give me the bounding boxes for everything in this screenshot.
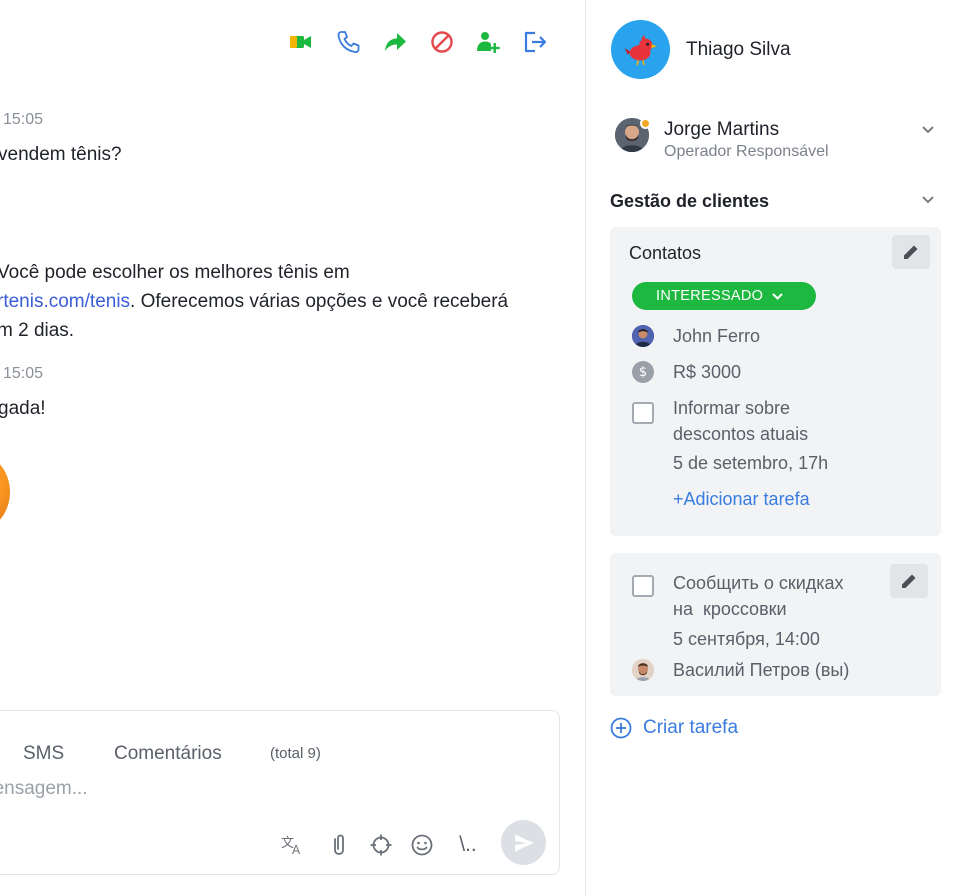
template-icon[interactable]: \.. (451, 831, 485, 859)
message-text-continuation: . Oferecemos várias opções e você recebe… (130, 291, 509, 312)
message-text: m 2 dias. (0, 320, 75, 341)
operator-name: Jorge Martins (664, 119, 780, 140)
edit-button[interactable] (892, 235, 930, 269)
svg-text:A: A (292, 843, 301, 857)
chevron-down-icon[interactable] (919, 190, 937, 208)
create-task-label: Criar tarefa (643, 717, 739, 738)
message-text: rtenis.com/tenis. Oferecemos várias opçõ… (0, 287, 508, 316)
translate-icon[interactable]: 文A (279, 831, 307, 859)
send-button[interactable] (501, 820, 546, 865)
client-avatar[interactable] (611, 20, 670, 79)
message-text: vendem tênis? (0, 144, 122, 165)
task-date: 5 de setembro, 17h (673, 453, 829, 473)
create-task-button[interactable]: Criar tarefa (610, 717, 738, 739)
bird-icon (624, 34, 657, 65)
add-task-link[interactable]: +Adicionar tarefa (673, 489, 810, 510)
plus-circle-icon (610, 717, 632, 739)
operator-status-dot (640, 118, 651, 129)
tab-comments[interactable]: Comentários (114, 743, 222, 765)
contact-name: John Ferro (673, 326, 761, 346)
chat-panel: 15:05 vendem tênis? Você pode escolher o… (0, 0, 586, 896)
tab-sms[interactable]: SMS (23, 743, 64, 765)
assignee-name: Василий Петров (вы) (673, 660, 850, 680)
send-icon (514, 834, 533, 851)
operator-role: Operador Responsável (664, 143, 829, 160)
task-card: Сообщить о скидках на кроссовки 5 сентяб… (610, 553, 941, 696)
logout-icon[interactable] (521, 28, 549, 56)
phone-icon[interactable] (334, 28, 362, 56)
add-user-icon[interactable] (474, 28, 502, 56)
task-text: Сообщить о скидках (673, 573, 844, 593)
section-title: Gestão de clientes (610, 191, 770, 211)
message-input[interactable] (0, 773, 501, 805)
chevron-down-icon[interactable] (919, 120, 937, 138)
emoji-icon[interactable] (408, 831, 436, 859)
video-call-icon[interactable] (287, 28, 315, 56)
message-composer: SMS Comentários (total 9) 文A \.. (0, 710, 560, 875)
chevron-down-icon (772, 292, 783, 300)
card-title: Contatos (629, 243, 702, 263)
task-checkbox[interactable] (632, 402, 654, 424)
assignee-avatar (632, 659, 654, 681)
message-time: 15:05 (3, 365, 44, 382)
message-text: Você pode escolher os melhores tênis em (0, 262, 350, 283)
contacts-card: Contatos INTERESSADO John Ferro $ R$ 300… (610, 227, 941, 536)
crosshair-icon[interactable] (367, 831, 395, 859)
status-label: INTERESSADO (656, 288, 764, 304)
client-name: Thiago Silva (686, 39, 791, 60)
forward-icon[interactable] (381, 28, 409, 56)
contact-avatar (632, 325, 654, 347)
pencil-icon (902, 574, 916, 588)
task-date: 5 сентября, 14:00 (673, 629, 820, 649)
task-checkbox[interactable] (632, 575, 654, 597)
sticker-emoji (0, 452, 10, 532)
message-text: gada! (0, 398, 46, 419)
edit-button[interactable] (890, 564, 928, 598)
comments-total: (total 9) (270, 745, 321, 762)
attach-icon[interactable] (325, 831, 353, 859)
dollar-icon: $ (632, 361, 654, 383)
task-text: на кроссовки (673, 599, 787, 619)
deal-amount: R$ 3000 (673, 362, 742, 382)
task-text: Informar sobre (673, 398, 791, 418)
task-text: descontos atuais (673, 424, 809, 444)
message-link[interactable]: rtenis.com/tenis (0, 291, 130, 312)
status-dropdown[interactable]: INTERESSADO (632, 282, 816, 310)
client-sidebar: Thiago Silva Jorge Martins Operador Resp… (587, 0, 962, 896)
pencil-icon (904, 245, 918, 259)
block-icon[interactable] (428, 28, 456, 56)
message-time: 15:05 (3, 111, 44, 128)
